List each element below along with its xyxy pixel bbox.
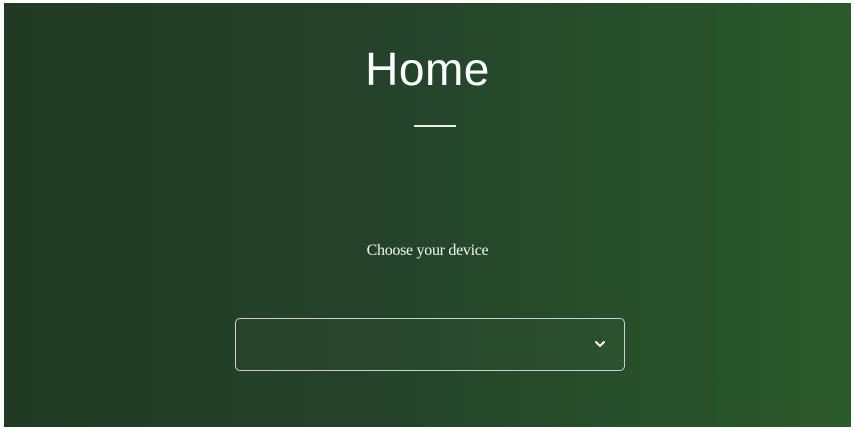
title-divider: [414, 125, 456, 127]
home-screen: Home Choose your device: [4, 3, 851, 427]
chevron-down-icon: [595, 341, 605, 347]
page-title: Home: [365, 43, 490, 95]
device-prompt-label: Choose your device: [366, 242, 489, 259]
device-select[interactable]: [235, 318, 625, 371]
